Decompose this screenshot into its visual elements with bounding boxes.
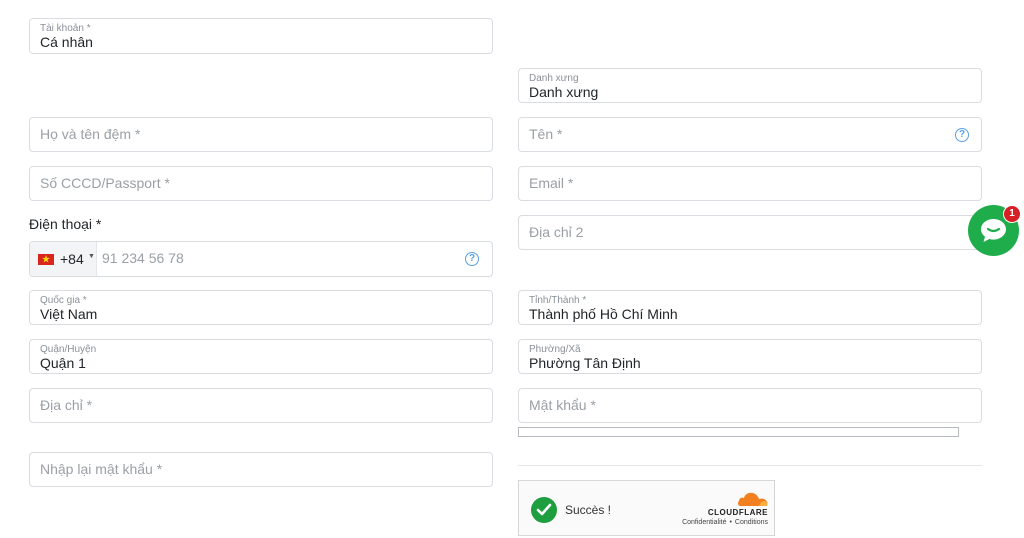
success-check-icon (531, 497, 557, 523)
email-placeholder: Email * (529, 175, 574, 191)
divider (518, 465, 982, 466)
chevron-down-icon: ▼ (88, 253, 95, 260)
confirm-password-input[interactable]: Nhập lại mật khẩu * (29, 452, 493, 487)
email-input[interactable]: Email * (518, 166, 982, 201)
cloudflare-captcha-widget[interactable]: Succès ! CLOUDFLARE Confidentialité • Cond… (518, 480, 775, 536)
link-separator: • (729, 519, 732, 526)
address2-placeholder: Địa chỉ 2 (529, 224, 584, 240)
help-icon[interactable]: ? (955, 128, 969, 142)
privacy-link[interactable]: Confidentialité (682, 519, 726, 526)
first-name-placeholder: Tên * (529, 126, 563, 142)
salutation-label: Danh xưng (529, 73, 579, 84)
cloudflare-brand: CLOUDFLARE (707, 508, 768, 517)
id-number-placeholder: Số CCCD/Passport * (40, 175, 170, 191)
country-dial-code: +84 (60, 251, 84, 267)
ward-label: Phường/Xã (529, 344, 581, 355)
phone-placeholder: 91 234 56 78 (102, 250, 184, 266)
country-label: Quốc gia * (40, 295, 87, 306)
password-strength-bar (518, 427, 959, 437)
ward-value: Phường Tân Định (529, 355, 641, 371)
first-name-input[interactable]: Tên * ? (518, 117, 982, 152)
help-icon[interactable]: ? (465, 252, 479, 266)
password-input[interactable]: Mật khẩu * (518, 388, 982, 423)
account-value: Cá nhân (40, 34, 93, 50)
district-value: Quận 1 (40, 355, 86, 371)
salutation-select[interactable]: Danh xưng Danh xưng (518, 68, 982, 103)
captcha-links: Confidentialité • Conditions (682, 519, 768, 526)
district-select[interactable]: Quận/Huyện Quận 1 (29, 339, 493, 374)
phone-label: Điện thoại * (29, 216, 102, 232)
phone-input[interactable]: +84 ▼ 91 234 56 78 ? (29, 241, 493, 277)
password-placeholder: Mật khẩu * (529, 397, 596, 413)
account-label: Tài khoản * (40, 23, 91, 34)
address2-input[interactable]: Địa chỉ 2 (518, 215, 982, 250)
captcha-status: Succès ! (565, 503, 612, 517)
province-value: Thành phố Hồ Chí Minh (529, 306, 678, 322)
province-label: Tỉnh/Thành * (529, 295, 587, 306)
last-middle-name-input[interactable]: Họ và tên đệm * (29, 117, 493, 152)
salutation-value: Danh xưng (529, 84, 599, 100)
ward-select[interactable]: Phường/Xã Phường Tân Định (518, 339, 982, 374)
country-select[interactable]: Quốc gia * Việt Nam (29, 290, 493, 325)
province-select[interactable]: Tỉnh/Thành * Thành phố Hồ Chí Minh (518, 290, 982, 325)
chat-notification-badge: 1 (1003, 205, 1021, 223)
district-label: Quận/Huyện (40, 344, 97, 355)
last-middle-name-placeholder: Họ và tên đệm * (40, 126, 141, 142)
country-code-dropdown[interactable]: +84 ▼ (30, 242, 97, 276)
vietnam-flag-icon (38, 254, 54, 265)
country-value: Việt Nam (40, 306, 98, 322)
address-placeholder: Địa chỉ * (40, 397, 93, 413)
conditions-link[interactable]: Conditions (735, 519, 768, 526)
account-select[interactable]: Tài khoản * Cá nhân (29, 18, 493, 54)
address-input[interactable]: Địa chỉ * (29, 388, 493, 423)
confirm-password-placeholder: Nhập lại mật khẩu * (40, 461, 163, 477)
id-number-input[interactable]: Số CCCD/Passport * (29, 166, 493, 201)
